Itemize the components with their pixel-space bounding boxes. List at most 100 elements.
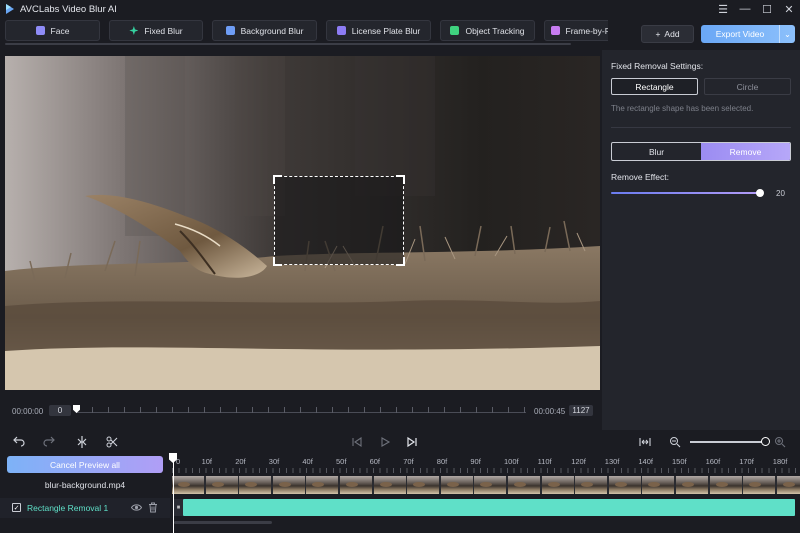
add-button[interactable]: + Add — [641, 25, 694, 43]
close-icon[interactable]: ✕ — [778, 0, 800, 18]
track-checkbox[interactable]: ✓ — [12, 503, 21, 512]
filmstrip-frame — [373, 476, 406, 494]
trash-icon[interactable] — [148, 502, 158, 513]
fit-timeline-icon[interactable] — [639, 436, 651, 448]
ruler-tick-label: 10f — [201, 457, 213, 466]
settings-title: Fixed Removal Settings: — [611, 61, 704, 71]
tracking-icon — [450, 26, 460, 35]
redo-icon[interactable] — [43, 436, 55, 448]
zoom-slider-rail[interactable] — [690, 441, 766, 443]
shape-selector: Rectangle Circle — [611, 78, 791, 95]
shape-note: The rectangle shape has been selected. — [611, 104, 754, 113]
app-title: AVCLabs Video Blur AI — [20, 3, 117, 15]
tab-label: Background Blur — [240, 25, 304, 36]
filmstrip-frame — [541, 476, 574, 494]
end-frame-field[interactable]: 1127 — [569, 405, 593, 416]
eye-icon[interactable] — [131, 502, 142, 513]
track-row: ✓ Rectangle Removal 1 — [0, 498, 170, 518]
filmstrip-frame — [508, 476, 540, 494]
effect-clip-bar[interactable] — [183, 499, 795, 516]
mode-blur-button[interactable]: Blur — [612, 143, 701, 160]
filmstrip-frame — [474, 476, 507, 494]
removal-rectangle[interactable] — [273, 175, 405, 266]
ruler-ticks — [172, 468, 800, 473]
ruler-tick-label: 170f — [739, 457, 754, 466]
next-frame-icon[interactable] — [406, 436, 418, 448]
feature-tabs: Face Fixed Blur Background Blur License Pla… — [5, 20, 608, 42]
tab-license-plate-blur[interactable]: License Plate Blur — [326, 20, 431, 41]
tabs-scrollbar[interactable] — [5, 43, 571, 45]
shape-rectangle-button[interactable]: Rectangle — [611, 78, 698, 95]
menu-icon[interactable]: ☰ — [712, 0, 734, 18]
filmstrip-frame — [608, 476, 641, 494]
preview-area: 00:00:00 0 00:00:45 1127 — [0, 50, 600, 430]
ruler-tick-label: 140f — [638, 457, 653, 466]
cancel-preview-all-button[interactable]: Cancel Preview all — [7, 456, 163, 473]
filmstrip-frame — [239, 476, 272, 494]
panel-divider — [611, 127, 791, 128]
filmstrip-frame — [709, 476, 742, 494]
filmstrip-frame — [575, 476, 608, 494]
ruler-tick-label: 80f — [436, 457, 448, 466]
zoom-slider-knob[interactable] — [761, 437, 770, 446]
end-time: 00:00:45 — [534, 407, 566, 416]
tab-face[interactable]: Face — [5, 20, 100, 41]
tab-object-tracking[interactable]: Object Tracking — [440, 20, 535, 41]
tab-label: License Plate Blur — [351, 25, 421, 36]
frame-icon — [550, 26, 560, 35]
resize-handle-top-left[interactable] — [273, 175, 282, 184]
tab-fixed-blur[interactable]: Fixed Blur — [109, 20, 203, 41]
filmstrip-frame — [340, 476, 372, 494]
filmstrip-frame — [440, 476, 473, 494]
car-icon — [336, 26, 346, 35]
effect-slider-knob[interactable] — [755, 189, 764, 197]
tab-label: Frame-by-Fra — [565, 25, 608, 36]
ruler-tick-label: 60f — [369, 457, 381, 466]
export-video-button[interactable]: Export Video ⌄ — [701, 25, 795, 43]
start-frame-field[interactable]: 0 — [49, 405, 71, 416]
tab-background-blur[interactable]: Background Blur — [212, 20, 317, 41]
resize-handle-bottom-right[interactable] — [396, 257, 405, 266]
resize-handle-bottom-left[interactable] — [273, 257, 282, 266]
filmstrip-frame — [306, 476, 339, 494]
filmstrip-frame — [407, 476, 440, 494]
video-preview[interactable] — [5, 56, 600, 390]
start-time: 00:00:00 — [12, 407, 44, 416]
face-icon — [35, 26, 45, 35]
mode-remove-button[interactable]: Remove — [701, 143, 790, 160]
timeline-ruler[interactable]: 0 10f 20f 30f 40f 50f 60f 70f 80f 90f 100f 110f 120f… — [172, 452, 800, 474]
zoom-out-icon[interactable] — [669, 436, 681, 448]
filmstrip-frame — [642, 476, 675, 494]
minimize-icon[interactable]: — — [734, 0, 756, 18]
video-filmstrip[interactable] — [172, 476, 800, 494]
ruler-tick-label: 20f — [235, 457, 246, 466]
resize-handle-top-right[interactable] — [396, 175, 405, 184]
video-file-name: blur-background.mp4 — [44, 480, 126, 490]
effect-value: 20 — [776, 189, 785, 198]
effect-clip-handle[interactable]: ⏸ — [174, 499, 183, 516]
shape-circle-button[interactable]: Circle — [704, 78, 791, 95]
undo-icon[interactable] — [13, 436, 25, 448]
playback-scrubber: 00:00:00 0 00:00:45 1127 — [0, 402, 600, 422]
play-icon[interactable] — [379, 436, 391, 448]
chevron-down-icon[interactable]: ⌄ — [779, 25, 795, 43]
filmstrip-frame — [676, 476, 708, 494]
tab-label: Object Tracking — [465, 25, 525, 36]
zoom-in-icon[interactable] — [774, 436, 786, 448]
previous-frame-icon[interactable] — [351, 436, 363, 448]
title-bar: AVCLabs Video Blur AI ☰ — ☐ ✕ — [0, 0, 800, 18]
scissors-icon[interactable] — [106, 436, 118, 448]
tab-label: Face — [50, 25, 70, 36]
background-icon — [225, 26, 235, 35]
ruler-tick-label: 150f — [672, 457, 687, 466]
scrub-ticks — [76, 407, 526, 413]
filmstrip-frame — [743, 476, 776, 494]
ruler-tick-label: 30f — [268, 457, 280, 466]
effect-slider[interactable] — [611, 189, 764, 197]
split-icon[interactable] — [76, 436, 88, 448]
tab-frame-by-fra[interactable]: Frame-by-Fra — [544, 20, 608, 41]
timeline-scrollbar[interactable] — [174, 521, 272, 524]
maximize-icon[interactable]: ☐ — [756, 0, 778, 18]
ruler-tick-label: 130f — [604, 457, 620, 466]
timeline-toolbar — [0, 432, 800, 452]
